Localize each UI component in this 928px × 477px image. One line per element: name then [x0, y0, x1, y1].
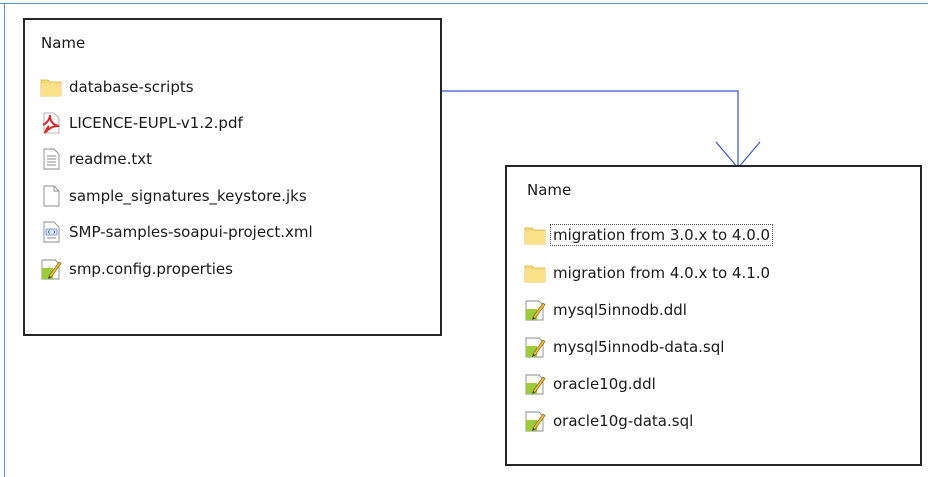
edit-file-icon: [525, 374, 546, 395]
list-item-mysql-ddl[interactable]: mysql5innodb.ddl: [523, 297, 687, 323]
list-item-oracle-ddl[interactable]: oracle10g.ddl: [523, 371, 656, 397]
list-item-label: mysql5innodb.ddl: [553, 301, 687, 319]
edit-file-icon: [525, 300, 546, 321]
xml-file-icon: [43, 221, 60, 243]
explorer-panel-database-scripts: Name migration from 3.0.x to 4.0.0 migra…: [505, 165, 922, 466]
edit-file-icon: [525, 337, 546, 358]
list-item-migration-4-to-41[interactable]: migration from 4.0.x to 4.1.0: [523, 260, 770, 286]
column-header-name[interactable]: Name: [527, 181, 571, 199]
list-item-label: migration from 3.0.x to 4.0.0: [549, 224, 774, 246]
list-item-label: SMP-samples-soapui-project.xml: [69, 223, 313, 241]
edit-file-icon: [41, 259, 62, 280]
list-item-licence-pdf[interactable]: LICENCE-EUPL-v1.2.pdf: [39, 110, 243, 136]
list-item-label: smp.config.properties: [69, 260, 233, 278]
list-item-soapui-project[interactable]: SMP-samples-soapui-project.xml: [39, 219, 313, 245]
column-header-name[interactable]: Name: [41, 34, 85, 52]
list-item-label: LICENCE-EUPL-v1.2.pdf: [69, 114, 243, 132]
list-item-label: database-scripts: [69, 78, 194, 96]
folder-icon: [524, 227, 546, 245]
folder-icon: [40, 79, 62, 97]
list-item-migration-3-to-4[interactable]: migration from 3.0.x to 4.0.0: [523, 222, 774, 248]
list-item-smp-config[interactable]: smp.config.properties: [39, 256, 233, 282]
list-item-oracle-data[interactable]: oracle10g-data.sql: [523, 408, 693, 434]
list-item-readme[interactable]: readme.txt: [39, 146, 152, 172]
pdf-file-icon: [42, 112, 60, 134]
list-item-keystore[interactable]: sample_signatures_keystore.jks: [39, 183, 307, 209]
list-item-label: migration from 4.0.x to 4.1.0: [553, 264, 771, 282]
list-item-label: oracle10g-data.sql: [553, 412, 694, 430]
list-item-label: readme.txt: [69, 150, 153, 168]
list-item-label: oracle10g.ddl: [553, 375, 656, 393]
list-item-mysql-data[interactable]: mysql5innodb-data.sql: [523, 334, 724, 360]
edit-file-icon: [525, 411, 546, 432]
blank-file-icon: [43, 185, 60, 207]
explorer-panel-root: Name database-scripts LICENCE-EUPL-v1.2.…: [23, 18, 442, 336]
text-file-icon: [43, 148, 60, 170]
list-item-label: mysql5innodb-data.sql: [553, 338, 725, 356]
list-item-label: sample_signatures_keystore.jks: [69, 187, 307, 205]
folder-icon: [524, 265, 546, 283]
list-item-database-scripts[interactable]: database-scripts: [39, 74, 194, 100]
